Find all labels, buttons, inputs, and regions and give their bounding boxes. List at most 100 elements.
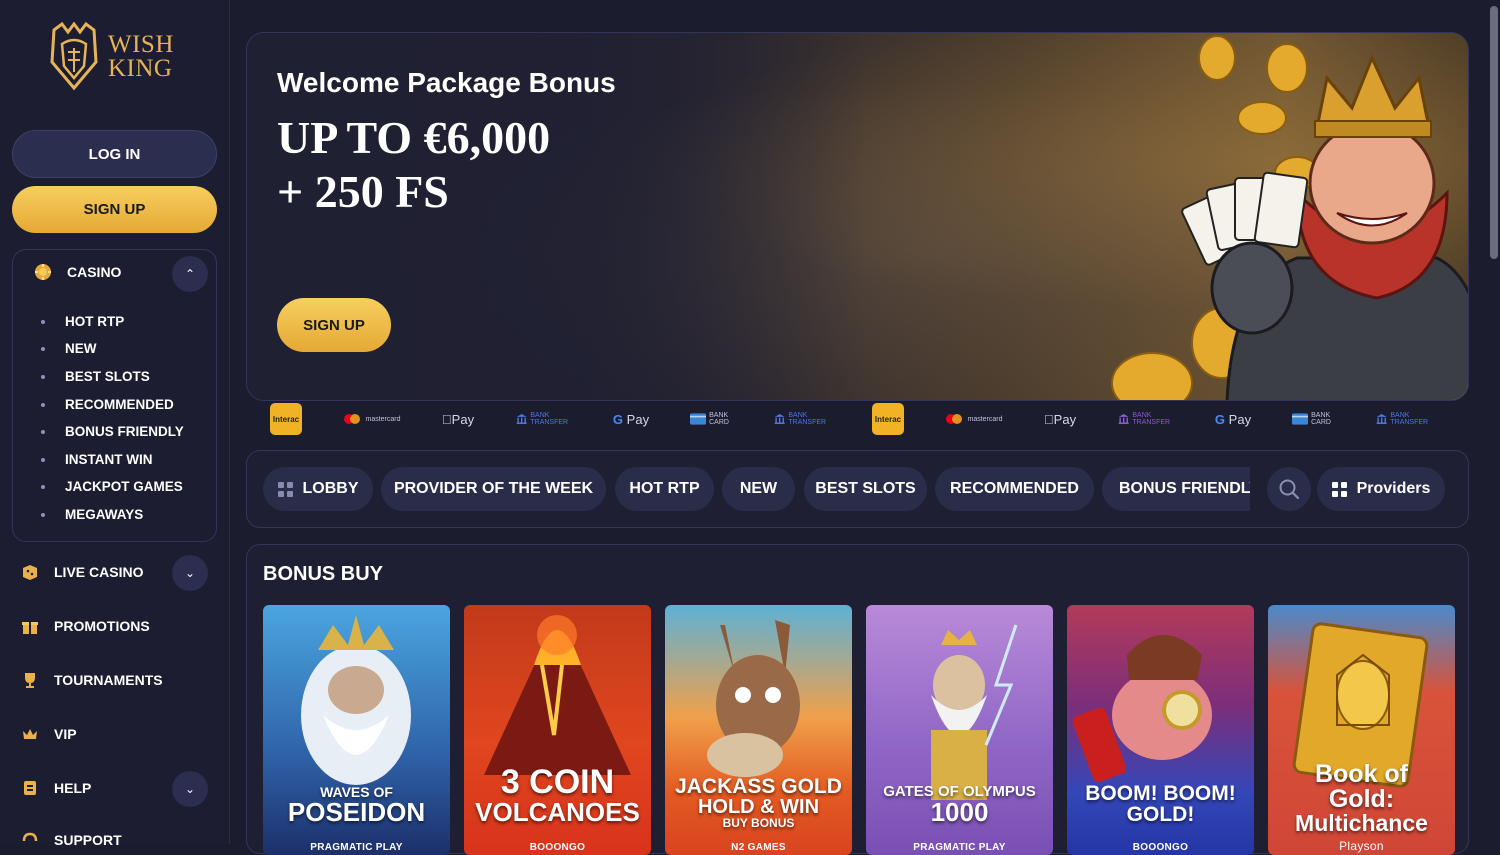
interac-icon: Interac xyxy=(270,403,302,435)
bullet-icon xyxy=(41,402,45,407)
bullet-icon xyxy=(41,457,45,462)
tab-new[interactable]: NEW xyxy=(722,467,795,511)
payment-label: BANK TRANSFER xyxy=(788,412,827,426)
casino-chip-icon xyxy=(33,262,53,282)
tab-lobby[interactable]: LOBBY xyxy=(263,467,373,511)
tab-label: NEW xyxy=(739,480,778,497)
nav-live-casino[interactable]: LIVE CASINO xyxy=(20,562,143,582)
game-title: WAVES OF POSEIDON xyxy=(263,785,450,825)
bullet-icon xyxy=(41,346,45,351)
grid-icon xyxy=(1331,481,1347,497)
game-title: Book of Gold: Multichance xyxy=(1268,762,1455,835)
login-button[interactable]: LOG IN xyxy=(12,130,217,178)
providers-button[interactable]: Providers xyxy=(1317,467,1445,511)
nav-tournaments[interactable]: TOURNAMENTS xyxy=(20,670,163,690)
game-title: 3 COIN VOLCANOES xyxy=(464,765,651,825)
bank-icon: BANK TRANSFER xyxy=(774,403,830,435)
casino-item-recommended[interactable]: RECOMMENDED xyxy=(41,397,174,412)
payment-label: Pay xyxy=(1228,411,1252,427)
payment-label: mastercard xyxy=(365,415,401,423)
tab-bonus-friendly[interactable]: BONUS FRIENDLY xyxy=(1102,467,1250,511)
bank-card-icon: BANK CARD xyxy=(690,403,742,435)
game-title-main: VOLCANOES xyxy=(475,797,640,827)
payment-label: Interac xyxy=(874,414,902,424)
nav-help[interactable]: HELP xyxy=(20,778,91,798)
signup-button[interactable]: SIGN UP xyxy=(12,186,217,233)
payment-label: Interac xyxy=(272,414,300,424)
casino-item-new[interactable]: NEW xyxy=(41,341,97,356)
google-pay-icon: G Pay xyxy=(612,411,650,427)
casino-item-label: JACKPOT GAMES xyxy=(65,479,183,494)
wish-king-logo[interactable]: WISH KING xyxy=(46,22,174,92)
casino-label: CASINO xyxy=(67,264,122,280)
game-title: GATES OF OLYMPUS 1000 xyxy=(866,784,1053,825)
casino-header[interactable]: CASINO xyxy=(33,262,121,282)
game-title-top: 3 COIN xyxy=(500,763,615,801)
game-card-book-of-gold-multichance[interactable]: Book of Gold: Multichance Playson xyxy=(1268,605,1455,855)
bank-icon: BANK TRANSFER xyxy=(516,403,572,435)
nav-support[interactable]: SUPPORT xyxy=(20,830,122,850)
casino-item-jackpot-games[interactable]: JACKPOT GAMES xyxy=(41,479,183,494)
casino-item-megaways[interactable]: MEGAWAYS xyxy=(41,507,143,522)
chevron-down-icon[interactable]: ⌄ xyxy=(172,555,208,591)
casino-item-bonus-friendly[interactable]: BONUS FRIENDLY xyxy=(41,424,184,439)
google-pay-icon: G Pay xyxy=(1214,411,1252,427)
bank-icon: BANK TRANSFER xyxy=(1118,403,1174,435)
game-card-jackass-gold[interactable]: JACKASS GOLD HOLD & WIN BUY BONUS N2 GAM… xyxy=(665,605,852,855)
crown-icon xyxy=(20,724,40,744)
bank-card-icon: BANK CARD xyxy=(1292,403,1344,435)
casino-item-best-slots[interactable]: BEST SLOTS xyxy=(41,369,150,384)
nav-label: TOURNAMENTS xyxy=(54,672,163,688)
hero-banner[interactable]: Welcome Package Bonus UP TO €6,000 + 250… xyxy=(246,32,1469,401)
bullet-icon xyxy=(41,484,45,489)
nav-promotions[interactable]: PROMOTIONS xyxy=(20,616,150,636)
casino-item-hot-rtp[interactable]: HOT RTP xyxy=(41,314,124,329)
king-illustration xyxy=(1111,35,1468,400)
game-card-boom-boom-gold[interactable]: BOOM! BOOM! GOLD! BOOONGO xyxy=(1067,605,1254,855)
casino-item-label: RECOMMENDED xyxy=(65,397,174,412)
bullet-icon xyxy=(41,319,45,324)
game-card-waves-of-poseidon[interactable]: WAVES OF POSEIDON PRAGMATIC PLAY xyxy=(263,605,450,855)
tab-label: HOT RTP xyxy=(629,480,700,497)
bonus-buy-section: BONUS BUY WAVES OF POSEIDON PRAGMATIC PL… xyxy=(246,544,1469,855)
hero-subtitle: Welcome Package Bonus xyxy=(277,67,616,98)
bank-icon: BANK TRANSFER xyxy=(1376,403,1432,435)
casino-item-label: INSTANT WIN xyxy=(65,452,153,467)
payment-label: BANK CARD xyxy=(709,412,729,426)
tab-hot-rtp[interactable]: HOT RTP xyxy=(615,467,714,511)
game-card-3-coin-volcanoes[interactable]: 3 COIN VOLCANOES BOOONGO xyxy=(464,605,651,855)
game-title: JACKASS GOLD HOLD & WIN BUY BONUS xyxy=(665,776,852,829)
search-icon[interactable] xyxy=(1267,467,1311,511)
apple-pay-icon: Pay xyxy=(1040,403,1080,435)
payment-label: BANK TRANSFER xyxy=(1390,412,1429,426)
help-icon xyxy=(20,778,40,798)
tab-best-slots[interactable]: BEST SLOTS xyxy=(804,467,927,511)
chevron-up-icon[interactable]: ⌃ xyxy=(172,256,208,292)
payment-label: mastercard xyxy=(967,415,1003,423)
apple-pay-icon: Pay xyxy=(438,403,478,435)
game-title-main: Gold: xyxy=(1328,785,1395,813)
nav-vip[interactable]: VIP xyxy=(20,724,77,744)
nav-label: VIP xyxy=(54,726,77,742)
casino-item-label: HOT RTP xyxy=(65,314,125,329)
casino-item-label: NEW xyxy=(65,341,97,356)
casino-item-instant-win[interactable]: INSTANT WIN xyxy=(41,452,153,467)
game-title-main: GOLD! xyxy=(1126,803,1195,826)
game-title-top: Book of xyxy=(1314,760,1409,788)
game-title-top: JACKASS GOLD xyxy=(675,775,842,798)
game-card-gates-of-olympus-1000[interactable]: GATES OF OLYMPUS 1000 PRAGMATIC PLAY xyxy=(866,605,1053,855)
interac-icon: Interac xyxy=(872,403,904,435)
section-title: BONUS BUY xyxy=(263,563,384,585)
game-title-sub: Multichance xyxy=(1295,810,1428,836)
game-title-main: POSEIDON xyxy=(287,797,426,827)
trophy-icon xyxy=(20,670,40,690)
tab-recommended[interactable]: RECOMMENDED xyxy=(935,467,1094,511)
tab-provider-of-the-week[interactable]: PROVIDER OF THE WEEK xyxy=(381,467,606,511)
chevron-down-icon[interactable]: ⌄ xyxy=(172,771,208,807)
casino-item-label: BEST SLOTS xyxy=(65,369,150,384)
hero-signup-button[interactable]: SIGN UP xyxy=(277,298,391,352)
mastercard-icon: mastercard xyxy=(340,403,404,435)
page-scrollbar[interactable] xyxy=(1490,6,1498,259)
payment-methods-strip: Interac mastercard Pay BANK TRANSFER G … xyxy=(246,403,1469,435)
payment-label: Pay xyxy=(626,411,650,427)
